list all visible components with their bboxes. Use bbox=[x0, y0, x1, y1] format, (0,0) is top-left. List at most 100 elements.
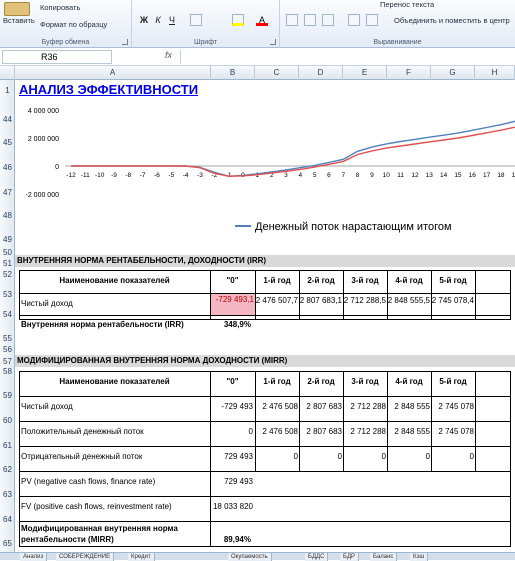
row-header[interactable]: 53 bbox=[0, 290, 15, 299]
mirr-cell[interactable]: 0 bbox=[387, 452, 431, 462]
mirr-cell[interactable]: 0 bbox=[299, 452, 343, 462]
row-header[interactable]: 50 bbox=[0, 248, 15, 257]
column-header-d[interactable]: D bbox=[299, 66, 343, 80]
merge-center-button[interactable]: Объединить и поместить в центр bbox=[394, 16, 510, 25]
fx-icon[interactable]: fx bbox=[165, 50, 172, 60]
irr-header-col: 3-й год bbox=[351, 276, 379, 285]
mirr-cell[interactable]: -729 493 bbox=[210, 402, 254, 412]
irr-label: Внутренняя норма рентабельности (IRR) bbox=[21, 320, 184, 329]
column-header-g[interactable]: G bbox=[431, 66, 475, 80]
row-header[interactable]: 65 bbox=[0, 539, 15, 548]
mirr-cell[interactable]: 2 476 508 bbox=[255, 427, 299, 437]
mirr-cell[interactable]: 2 745 078 bbox=[431, 427, 475, 437]
select-all-corner[interactable] bbox=[0, 66, 15, 80]
x-tick-label: -8 bbox=[125, 172, 131, 179]
align-center-icon[interactable] bbox=[304, 14, 316, 26]
align-left-icon[interactable] bbox=[286, 14, 298, 26]
column-header-b[interactable]: B bbox=[211, 66, 255, 80]
mirr-cell[interactable]: 0 bbox=[343, 452, 387, 462]
x-tick-label: 16 bbox=[469, 172, 477, 179]
mirr-row-label: PV (negative cash flows, finance rate) bbox=[21, 477, 156, 486]
align-right-icon[interactable] bbox=[322, 14, 334, 26]
mirr-cell[interactable]: 2 807 683 bbox=[299, 402, 343, 412]
mirr-cell[interactable]: 2 476 508 bbox=[255, 402, 299, 412]
x-tick-label: 10 bbox=[383, 172, 391, 179]
paste-button[interactable]: Вставить bbox=[3, 16, 35, 25]
mirr-cell[interactable]: 0 bbox=[255, 452, 299, 462]
column-header-f[interactable]: F bbox=[387, 66, 431, 80]
row-header[interactable]: 45 bbox=[0, 138, 15, 147]
irr-cell[interactable]: 2 745 078,4 bbox=[431, 296, 475, 306]
italic-button[interactable]: К bbox=[152, 14, 164, 26]
row-header[interactable]: 49 bbox=[0, 235, 15, 244]
mirr-cell[interactable]: 2 848 555 bbox=[387, 402, 431, 412]
column-header-c[interactable]: C bbox=[255, 66, 299, 80]
mirr-header-col: "0" bbox=[226, 377, 239, 386]
fill-color-icon[interactable] bbox=[232, 14, 244, 26]
paste-icon[interactable] bbox=[4, 2, 30, 16]
irr-value[interactable]: 348,9% bbox=[210, 320, 254, 330]
row-header[interactable]: 61 bbox=[0, 441, 15, 450]
x-tick-label: 15 bbox=[454, 172, 462, 179]
row-header[interactable]: 52 bbox=[0, 270, 15, 279]
irr-cell[interactable]: -729 493,1 bbox=[211, 294, 255, 315]
x-tick-label: -3 bbox=[197, 172, 203, 179]
formula-input[interactable] bbox=[180, 50, 510, 64]
x-tick-label: 12 bbox=[411, 172, 419, 179]
row-header[interactable]: 60 bbox=[0, 416, 15, 425]
column-header-e[interactable]: E bbox=[343, 66, 387, 80]
mirr-cell[interactable]: 2 712 288 bbox=[343, 402, 387, 412]
font-color-icon[interactable]: A bbox=[256, 14, 268, 26]
mirr-cell[interactable]: 2 807 683 bbox=[299, 427, 343, 437]
name-box[interactable]: R36 bbox=[2, 50, 112, 64]
underline-button[interactable]: Ч bbox=[166, 14, 178, 26]
clipboard-expander-icon[interactable] bbox=[122, 39, 128, 45]
row-header[interactable]: 1 bbox=[0, 86, 15, 95]
row-header[interactable]: 51 bbox=[0, 259, 15, 268]
row-header[interactable]: 58 bbox=[0, 367, 15, 376]
x-tick-label: -4 bbox=[183, 172, 189, 179]
column-header-h[interactable]: H bbox=[475, 66, 515, 80]
mirr-cell[interactable]: 729 493 bbox=[210, 452, 254, 462]
mirr-cell[interactable]: 0 bbox=[431, 452, 475, 462]
row-header[interactable]: 44 bbox=[0, 115, 15, 124]
column-header-a[interactable]: A bbox=[15, 66, 211, 80]
mirr-cell[interactable]: 18 033 820 bbox=[210, 502, 254, 512]
mirr-cell[interactable]: 0 bbox=[210, 427, 254, 437]
row-header[interactable]: 55 bbox=[0, 334, 15, 343]
worksheet[interactable]: АНАЛИЗ ЭФФЕКТИВНОСТИ 4 000 000 2 000 000 0… bbox=[15, 80, 515, 552]
cash-flow-chart[interactable]: 4 000 0002 000 0000-2 000 000 -12 -11 -10-… bbox=[15, 102, 515, 252]
row-header[interactable]: 56 bbox=[0, 345, 15, 354]
row-header[interactable]: 64 bbox=[0, 515, 15, 524]
row-header[interactable]: 62 bbox=[0, 465, 15, 474]
mirr-value[interactable]: 89,94% bbox=[210, 535, 254, 545]
mirr-cell[interactable]: 2 745 078 bbox=[431, 402, 475, 412]
wrap-text-button[interactable]: Перенос текста bbox=[380, 0, 434, 9]
row-header[interactable]: 54 bbox=[0, 310, 15, 319]
merge-center-icon[interactable] bbox=[366, 14, 378, 26]
row-header[interactable]: 63 bbox=[0, 490, 15, 499]
irr-cell[interactable]: 2 476 507,7 bbox=[255, 296, 299, 306]
bold-button[interactable]: Ж bbox=[138, 14, 150, 26]
row-header[interactable]: 57 bbox=[0, 357, 15, 366]
row-header[interactable]: 48 bbox=[0, 211, 15, 220]
irr-cell[interactable]: 2 848 555,5 bbox=[387, 296, 431, 306]
cumulative-cash-flow-line[interactable] bbox=[71, 120, 515, 177]
mirr-cell[interactable]: 729 493 bbox=[210, 477, 254, 487]
font-expander-icon[interactable] bbox=[270, 39, 276, 45]
mirr-cell[interactable]: 2 712 288 bbox=[343, 427, 387, 437]
row-header[interactable]: 47 bbox=[0, 188, 15, 197]
row-header[interactable]: 46 bbox=[0, 163, 15, 172]
irr-cell[interactable]: 2 807 683,1 bbox=[299, 296, 343, 306]
borders-icon[interactable] bbox=[190, 14, 202, 26]
mirr-cell[interactable]: 2 848 555 bbox=[387, 427, 431, 437]
format-painter-button[interactable]: Формат по образцу bbox=[40, 20, 107, 29]
row-header[interactable]: 59 bbox=[0, 391, 15, 400]
page-title[interactable]: АНАЛИЗ ЭФФЕКТИВНОСТИ bbox=[19, 82, 198, 97]
y-tick-label: 2 000 000 bbox=[28, 136, 59, 143]
mirr-header-col: 1-й год bbox=[263, 377, 291, 386]
irr-cell[interactable]: 2 712 288,5 bbox=[343, 296, 387, 306]
decrease-indent-icon[interactable] bbox=[348, 14, 360, 26]
copy-button[interactable]: Копировать bbox=[40, 3, 80, 12]
x-tick-label: 11 bbox=[397, 172, 404, 179]
